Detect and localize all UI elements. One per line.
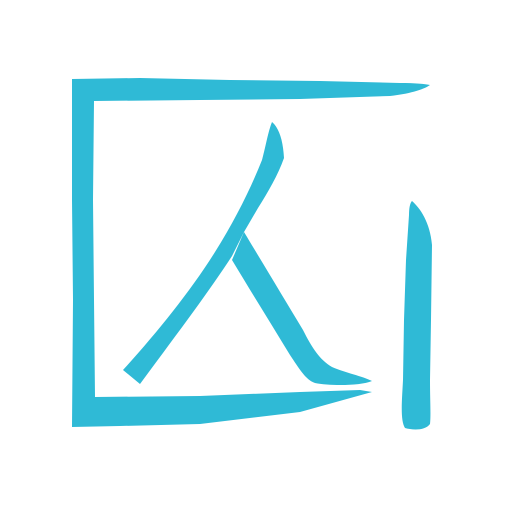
character-right-stroke bbox=[232, 232, 372, 386]
logo-canvas bbox=[0, 0, 512, 512]
brush-logo-icon bbox=[72, 78, 432, 430]
character-left-stroke bbox=[123, 122, 284, 384]
frame-right-stroke bbox=[401, 201, 432, 430]
